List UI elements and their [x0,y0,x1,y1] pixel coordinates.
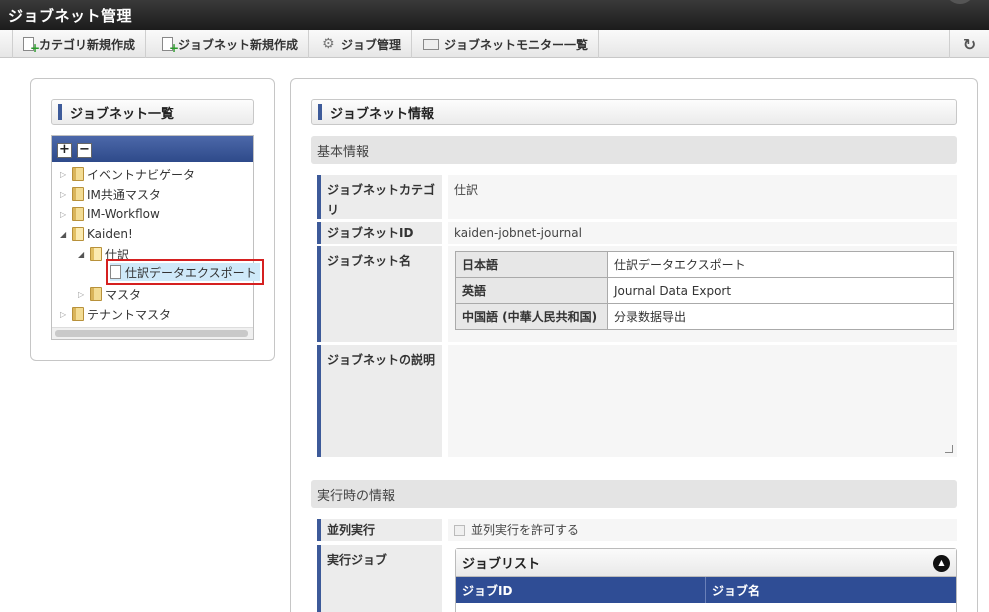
description-textarea[interactable] [448,345,957,457]
expand-all-button[interactable]: + [57,143,72,158]
job-list-title: ジョブリスト [462,557,541,572]
jobnet-monitor-button[interactable]: ジョブネットモニター一覧 [413,30,600,58]
jobnet-id-row: ジョブネットID kaiden-jobnet-journal [311,222,957,244]
folder-icon [72,307,84,321]
tree-item-label: テナントマスタ [87,307,172,322]
expand-arrow-icon[interactable]: ▷ [60,170,72,179]
tree-item-tenant-master[interactable]: ▷ テナントマスタ [60,305,171,323]
new-category-label: カテゴリ新規作成 [39,37,136,52]
tree-item-master[interactable]: ▷ マスタ [78,285,141,303]
table-row: 日本語 仕訳データエクスポート [455,251,954,278]
file-icon [110,265,121,279]
expand-arrow-icon[interactable]: ▷ [60,210,72,219]
jobnet-info-title: ジョブネット情報 [311,99,957,125]
expand-arrow-icon[interactable]: ▷ [60,310,72,319]
toolbar: カテゴリ新規作成 ジョブネット新規作成 ⚙ ジョブ管理 ジョブネットモニター一覧… [0,30,989,58]
lang-value: 分录数据导出 [607,303,954,330]
tree-item-im-workflow[interactable]: ▷ IM-Workflow [60,205,160,223]
folder-icon [90,287,102,301]
new-jobnet-button[interactable]: ジョブネット新規作成 [152,30,310,58]
jobnet-list-title: ジョブネット一覧 [51,99,254,125]
jobnet-name-label: ジョブネット名 [317,246,442,342]
tree-horizontal-scrollbar[interactable] [52,327,253,339]
collapse-arrow-icon[interactable]: ◢ [78,250,90,259]
collapse-all-button[interactable]: − [77,143,92,158]
tree-item-event-navigator[interactable]: ▷ イベントナビゲータ [60,165,195,183]
lang-value: Journal Data Export [607,277,954,304]
jobnet-id-value: kaiden-jobnet-journal [448,222,957,244]
tree-item-label: イベントナビゲータ [87,167,196,182]
jobnet-id-label: ジョブネットID [317,222,442,244]
folder-icon [72,187,84,201]
folder-open-icon [72,227,84,241]
jobnet-name-row: ジョブネット名 日本語 仕訳データエクスポート 英語 Journal Data … [311,246,957,342]
app-title: ジョブネット管理 [8,7,133,25]
collapse-arrow-icon[interactable]: ◢ [60,230,72,239]
add-document-icon [23,37,40,55]
tree-item-label: 仕訳データエクスポート [125,265,257,280]
jobnet-info-panel: ジョブネット情報 基本情報 ジョブネットカテゴリ 仕訳 ジョブネットID kai… [290,78,978,612]
category-label: ジョブネットカテゴリ [317,175,442,219]
collapse-up-icon[interactable]: ▲ [933,555,950,572]
parallel-label: 並列実行 [317,519,442,541]
title-bar: ジョブネット管理 [0,0,989,30]
tree-item-im-master[interactable]: ▷ IM共通マスタ [60,185,161,203]
refresh-icon: ↻ [962,34,977,54]
folder-icon [72,207,84,221]
description-label: ジョブネットの説明 [317,345,442,457]
expand-arrow-icon[interactable]: ▷ [60,190,72,199]
add-document-icon [162,37,179,55]
column-header-job-id[interactable]: ジョブID [456,577,706,603]
monitor-icon [423,38,439,50]
jobnet-name-table: 日本語 仕訳データエクスポート 英語 Journal Data Export 中… [455,251,954,330]
description-row: ジョブネットの説明 [311,345,957,457]
job-manage-button[interactable]: ⚙ ジョブ管理 [312,30,413,58]
parallel-value: 並列実行を許可する [448,519,957,541]
new-category-button[interactable]: カテゴリ新規作成 [12,30,147,58]
jobnet-tree: + − ▷ イベントナビゲータ ▷ IM共通マスタ ▷ IM-Workflow … [51,135,264,340]
tree-item-journal[interactable]: ◢ 仕訳 [78,245,129,263]
refresh-button[interactable]: ↻ [949,30,989,58]
tree-item-label: IM-Workflow [87,207,160,221]
window-corner-button[interactable] [945,0,975,4]
job-manage-label: ジョブ管理 [341,37,402,52]
table-row: 中国語 (中華人民共和国) 分录数据导出 [455,303,954,330]
parallel-row: 並列実行 並列実行を許可する [311,519,957,541]
parallel-checkbox-label[interactable]: 並列実行を許可する [471,523,579,537]
basic-info-header: 基本情報 [311,136,957,164]
new-jobnet-label: ジョブネット新規作成 [178,37,299,52]
jobnet-monitor-label: ジョブネットモニター一覧 [444,37,589,52]
gear-icon: ⚙ [322,36,335,52]
category-row: ジョブネットカテゴリ 仕訳 [311,175,957,219]
job-list-header: ジョブリスト ▲ [456,549,956,577]
job-list: ジョブリスト ▲ ジョブID ジョブ名 [455,548,957,612]
category-value: 仕訳 [448,175,957,219]
tree-item-journal-export[interactable]: 仕訳データエクスポート [106,259,264,285]
tree-item-kaiden[interactable]: ◢ Kaiden! [60,225,133,243]
jobnet-list-panel: ジョブネット一覧 + − ▷ イベントナビゲータ ▷ IM共通マスタ ▷ IM-… [30,78,275,361]
folder-open-icon [90,247,102,261]
lang-label: 中国語 (中華人民共和国) [455,303,608,330]
runtime-info-header: 実行時の情報 [311,480,957,508]
tree-item-label: マスタ [105,287,142,302]
jobs-row: 実行ジョブ ジョブリスト ▲ ジョブID ジョブ名 [311,545,957,612]
jobs-label: 実行ジョブ [317,545,442,612]
expand-arrow-icon[interactable]: ▷ [78,290,90,299]
job-list-columns: ジョブID ジョブ名 [456,577,956,603]
lang-label: 日本語 [455,251,608,278]
parallel-checkbox[interactable] [454,525,465,536]
lang-value: 仕訳データエクスポート [607,251,954,278]
column-header-job-name[interactable]: ジョブ名 [706,577,956,603]
tree-item-label: IM共通マスタ [87,187,161,202]
tree-header: + − [52,136,253,162]
lang-label: 英語 [455,277,608,304]
table-row: 英語 Journal Data Export [455,277,954,304]
folder-icon [72,167,84,181]
tree-item-label: Kaiden! [87,227,133,241]
resize-handle-icon[interactable] [945,445,953,453]
tree-item-label: 仕訳 [105,247,130,262]
tree-body: ▷ イベントナビゲータ ▷ IM共通マスタ ▷ IM-Workflow ◢ Ka… [52,162,264,328]
